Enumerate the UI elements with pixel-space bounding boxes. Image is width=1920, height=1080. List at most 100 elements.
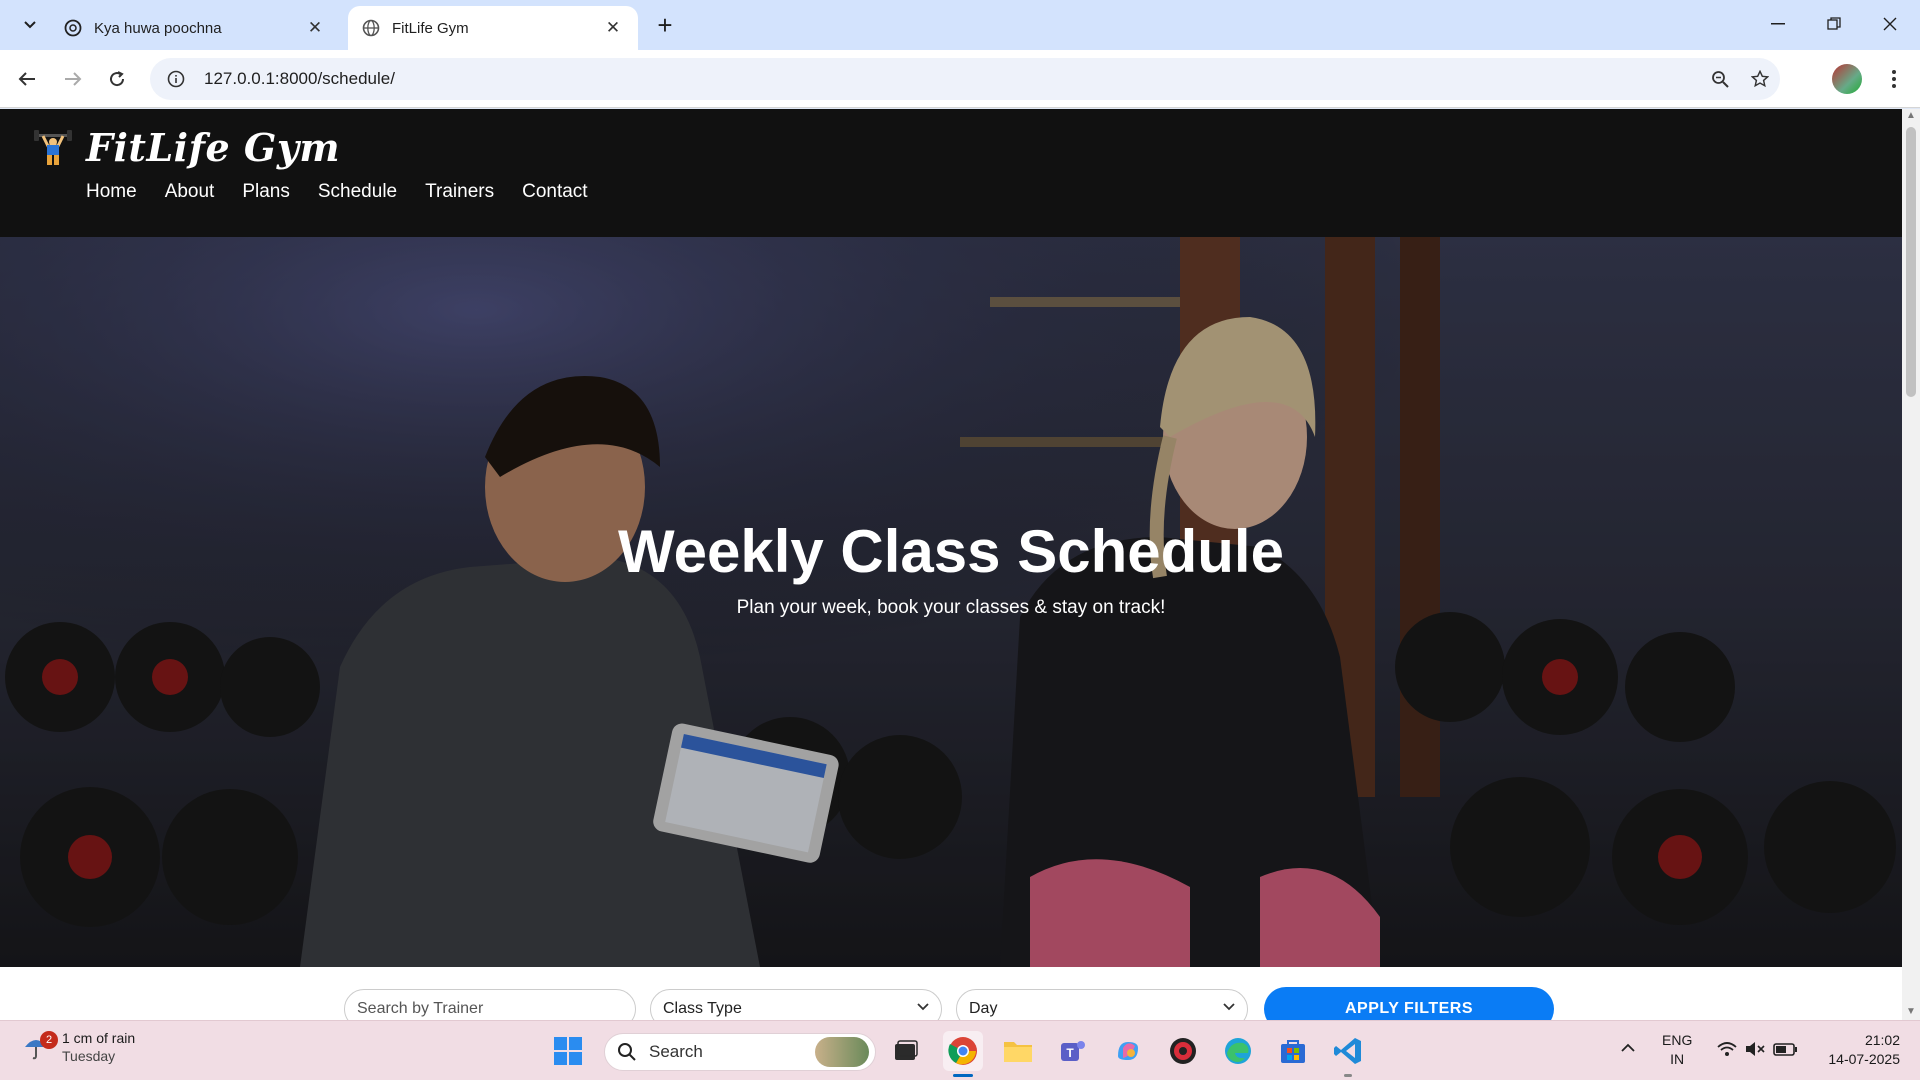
- hero-title: Weekly Class Schedule: [618, 518, 1284, 585]
- reload-icon: [110, 71, 125, 87]
- clock-time: 21:02: [1864, 1032, 1900, 1048]
- zoom-icon[interactable]: [1700, 59, 1740, 99]
- tab-title: FitLife Gym: [392, 19, 469, 37]
- search-label: Search: [649, 1042, 703, 1061]
- url-text[interactable]: 127.0.0.1:8000/schedule/: [204, 69, 1700, 89]
- class-type-select[interactable]: Class Type: [650, 989, 942, 1020]
- minimize-icon: [1771, 23, 1785, 25]
- nav-plans[interactable]: Plans: [242, 181, 290, 203]
- vscode-icon: [1334, 1038, 1361, 1064]
- clock-date: 14-07-2025: [1828, 1051, 1900, 1067]
- app-red-button[interactable]: [1163, 1031, 1203, 1071]
- copilot-button[interactable]: [1108, 1031, 1148, 1071]
- weather-badge: 2: [40, 1031, 58, 1049]
- chrome-taskbar-button[interactable]: [943, 1031, 983, 1071]
- restore-icon: [1827, 17, 1841, 30]
- forward-button[interactable]: [56, 62, 90, 96]
- task-view-icon: [895, 1040, 918, 1060]
- brand-name: FitLife Gym: [86, 125, 341, 170]
- browser-menu-button[interactable]: [1880, 62, 1908, 96]
- profile-avatar[interactable]: [1832, 64, 1862, 94]
- scroll-down-icon[interactable]: ▼: [1906, 1007, 1916, 1017]
- globe-icon: [362, 19, 380, 37]
- chevron-up-icon: [1621, 1043, 1635, 1052]
- scrollbar-thumb[interactable]: [1906, 127, 1916, 397]
- new-tab-button[interactable]: +: [650, 10, 680, 40]
- speaker-muted-icon: [1746, 1042, 1765, 1056]
- nav-about[interactable]: About: [165, 181, 215, 203]
- scroll-up-icon[interactable]: ▲: [1906, 111, 1916, 121]
- class-type-value: Class Type: [663, 1000, 742, 1017]
- weather-widget[interactable]: 2 1 cm of rain Tuesday: [22, 1029, 135, 1065]
- task-view-button[interactable]: [886, 1031, 926, 1071]
- close-tab-icon[interactable]: ✕: [602, 17, 624, 39]
- vscode-button[interactable]: [1328, 1031, 1368, 1071]
- windows-taskbar: 2 1 cm of rain Tuesday Search T ENG IN 2…: [0, 1020, 1920, 1080]
- trainer-search-placeholder: Search by Trainer: [357, 1000, 484, 1017]
- lang-line-2: IN: [1670, 1051, 1685, 1067]
- reload-button[interactable]: [100, 62, 134, 96]
- tab-strip: Kya huwa poochna ✕ FitLife Gym ✕ +: [0, 0, 1920, 50]
- start-button[interactable]: [548, 1031, 588, 1071]
- weather-line-1: 1 cm of rain: [62, 1030, 136, 1046]
- back-button[interactable]: [10, 62, 44, 96]
- arrow-right-icon: [65, 72, 82, 86]
- main-nav: Home About Plans Schedule Trainers Conta…: [86, 181, 588, 203]
- close-icon: [1883, 17, 1897, 31]
- svg-text:T: T: [1066, 1046, 1074, 1060]
- show-hidden-icons-button[interactable]: [1620, 1039, 1636, 1058]
- battery-icon: [1773, 1043, 1797, 1056]
- wifi-icon: [1717, 1042, 1737, 1056]
- site-logo[interactable]: FitLife Gym: [32, 125, 340, 170]
- more-vertical-icon: [1892, 70, 1896, 88]
- copilot-icon: [1118, 1042, 1138, 1060]
- bookmark-star-icon[interactable]: [1740, 59, 1780, 99]
- restore-button[interactable]: [1806, 0, 1862, 48]
- folder-icon: [1004, 1042, 1032, 1062]
- weightlifter-icon: [32, 127, 74, 169]
- openai-favicon-icon: [64, 19, 82, 37]
- close-window-button[interactable]: [1862, 0, 1918, 48]
- search-highlight-image: [815, 1037, 869, 1067]
- clock[interactable]: 21:02 14-07-2025: [1816, 1031, 1900, 1069]
- tab-kya-huwa-poochna[interactable]: Kya huwa poochna ✕: [50, 6, 340, 50]
- filter-bar: Search by Trainer Class Type Day APPLY F…: [0, 967, 1902, 1020]
- system-status-group[interactable]: [1716, 1039, 1800, 1064]
- page-scrollbar[interactable]: ▲ ▼: [1902, 109, 1920, 1020]
- tab-fitlife-gym[interactable]: FitLife Gym ✕: [348, 6, 638, 50]
- lang-line-1: ENG: [1662, 1032, 1693, 1048]
- chrome-running-indicator: [953, 1074, 973, 1077]
- weather-line-2: Tuesday: [62, 1048, 116, 1064]
- arrow-left-icon: [18, 72, 35, 86]
- nav-schedule[interactable]: Schedule: [318, 181, 397, 203]
- edge-button[interactable]: [1218, 1031, 1258, 1071]
- address-bar[interactable]: 127.0.0.1:8000/schedule/: [150, 58, 1780, 100]
- trainer-search-input[interactable]: Search by Trainer: [344, 989, 636, 1020]
- red-app-icon: [1170, 1038, 1196, 1064]
- teams-icon: T: [1061, 1041, 1085, 1061]
- browser-toolbar: 127.0.0.1:8000/schedule/: [0, 50, 1920, 108]
- site-info-icon[interactable]: [156, 70, 196, 88]
- nav-trainers[interactable]: Trainers: [425, 181, 494, 203]
- store-icon: [1281, 1040, 1305, 1063]
- vscode-running-indicator: [1344, 1074, 1352, 1077]
- apply-filters-button[interactable]: APPLY FILTERS: [1264, 987, 1554, 1020]
- edge-icon: [1225, 1038, 1251, 1064]
- minimize-button[interactable]: [1750, 0, 1806, 48]
- nav-home[interactable]: Home: [86, 181, 137, 203]
- taskbar-search[interactable]: Search: [604, 1033, 876, 1071]
- day-select[interactable]: Day: [956, 989, 1248, 1020]
- store-button[interactable]: [1273, 1031, 1313, 1071]
- nav-contact[interactable]: Contact: [522, 181, 587, 203]
- tab-search-button[interactable]: [12, 8, 48, 42]
- page-viewport: FitLife Gym Home About Plans Schedule Tr…: [0, 109, 1902, 1020]
- chevron-down-icon: [24, 21, 36, 29]
- language-indicator[interactable]: ENG IN: [1662, 1031, 1692, 1069]
- teams-button[interactable]: T: [1053, 1031, 1093, 1071]
- file-explorer-button[interactable]: [998, 1031, 1038, 1071]
- search-icon: [618, 1043, 636, 1061]
- chrome-icon: [948, 1037, 977, 1065]
- hero-subtitle: Plan your week, book your classes & stay…: [736, 597, 1166, 618]
- close-tab-icon[interactable]: ✕: [304, 17, 326, 39]
- hero-section: Weekly Class Schedule Plan your week, bo…: [0, 237, 1902, 967]
